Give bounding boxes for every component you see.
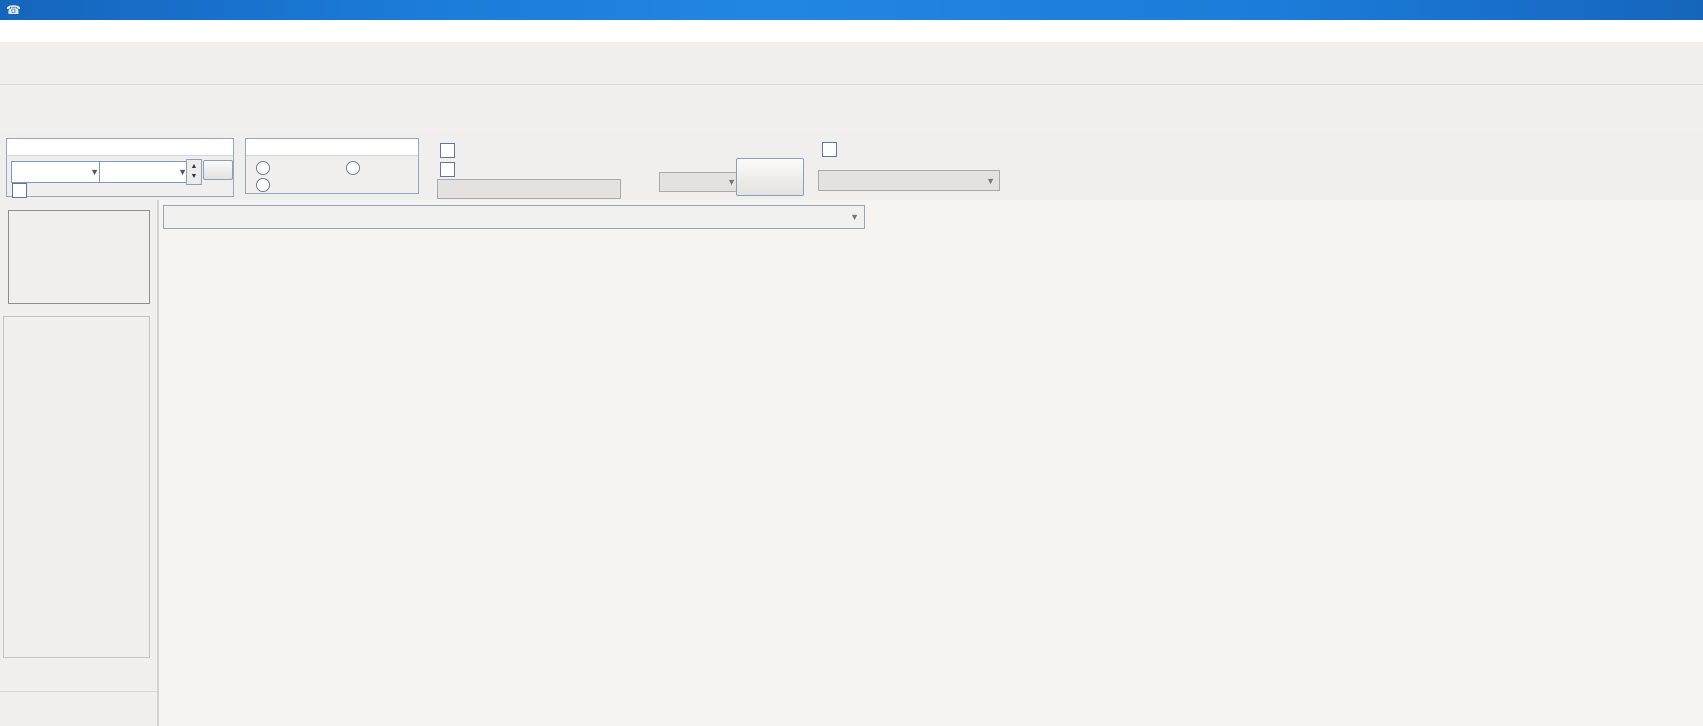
patient-photo-box bbox=[8, 210, 150, 304]
count-filter-combo[interactable]: ▼ bbox=[659, 172, 741, 192]
last6h-row bbox=[12, 183, 32, 198]
title-bar: ☎ bbox=[0, 0, 1703, 20]
all-units-checkbox[interactable] bbox=[822, 142, 837, 157]
qtde-pacientes-button[interactable] bbox=[736, 158, 804, 196]
unit-combo[interactable]: ▼ bbox=[818, 170, 1000, 191]
date-spinner[interactable]: ▲▼ bbox=[186, 159, 202, 185]
toolbar bbox=[0, 42, 1703, 85]
atendidos-radio[interactable] bbox=[256, 178, 270, 192]
promedico-app-window: ☎ ▼ ▼ ▲▼ bbox=[0, 0, 1703, 726]
radio-atendidos-row bbox=[256, 178, 275, 192]
patients-panel bbox=[245, 138, 419, 194]
menu-bar bbox=[0, 20, 1703, 43]
date-panel: ▼ ▼ ▲▼ bbox=[6, 138, 234, 197]
all-consults-checkbox-row bbox=[440, 162, 460, 177]
date-to-input[interactable]: ▼ bbox=[99, 161, 191, 183]
all-consults-checkbox[interactable] bbox=[440, 162, 455, 177]
content-background bbox=[158, 200, 1703, 726]
radio-ambos-row bbox=[346, 161, 365, 175]
sub-tab-strip bbox=[0, 108, 1703, 135]
chevron-down-icon[interactable]: ▼ bbox=[727, 177, 736, 187]
triage-only-checkbox[interactable] bbox=[440, 143, 455, 158]
today-button[interactable] bbox=[203, 160, 233, 180]
date-from-input[interactable]: ▼ bbox=[11, 161, 103, 183]
filter-bar: ▼ ▼ ▲▼ bbox=[0, 134, 1703, 200]
date-panel-title bbox=[7, 139, 233, 156]
all-units-row bbox=[822, 142, 842, 157]
spin-up-icon[interactable]: ▲ bbox=[191, 162, 198, 172]
spin-down-icon[interactable]: ▼ bbox=[191, 172, 198, 182]
chevron-down-icon[interactable]: ▼ bbox=[986, 176, 995, 186]
ambos-radio[interactable] bbox=[346, 161, 360, 175]
sidebar-divider bbox=[157, 200, 158, 726]
radio-a-atender-row bbox=[256, 161, 275, 175]
main-tab-strip bbox=[0, 84, 1703, 108]
triage-checkbox-row bbox=[440, 143, 460, 158]
a-atender-radio[interactable] bbox=[256, 161, 270, 175]
app-logo-icon: ☎ bbox=[6, 3, 21, 17]
consults-mode-combo[interactable] bbox=[437, 179, 621, 199]
bottom-divider bbox=[0, 691, 157, 692]
last6h-checkbox[interactable] bbox=[12, 183, 27, 198]
chevron-down-icon[interactable]: ▼ bbox=[90, 167, 99, 177]
patients-panel-title bbox=[246, 139, 418, 156]
results-filter-input[interactable]: ▼ bbox=[163, 205, 865, 229]
sidebar-button-group bbox=[3, 316, 150, 658]
chevron-down-icon[interactable]: ▼ bbox=[850, 212, 859, 222]
